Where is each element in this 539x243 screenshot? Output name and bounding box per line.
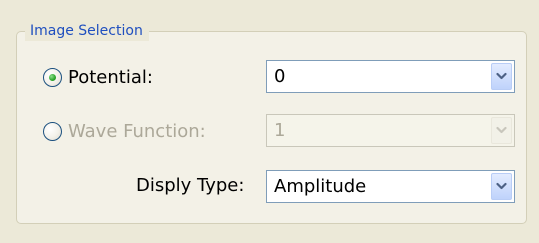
chevron-down-icon [496,126,507,134]
potential-select-value: 0 [274,66,286,87]
display-type-select-value: Amplitude [274,176,367,197]
wave-function-dropdown-button[interactable] [491,117,512,144]
potential-radio-label: Potential: [68,66,153,88]
display-type-select[interactable]: Amplitude [266,170,515,203]
radio-checked-icon [43,67,62,87]
potential-dropdown-button[interactable] [491,63,512,90]
chevron-down-icon [496,182,507,190]
group-title: Image Selection [25,21,149,41]
chevron-down-icon [496,72,507,80]
display-type-label: Disply Type: [136,175,245,196]
wave-function-radio-label: Wave Function: [68,120,206,142]
wave-function-select[interactable]: 1 [266,114,515,147]
wave-function-radio[interactable]: Wave Function: [43,119,206,143]
wave-function-select-value: 1 [274,120,286,141]
radio-unchecked-icon [43,121,62,141]
potential-radio[interactable]: Potential: [43,65,153,89]
radio-dot [49,73,56,81]
display-type-dropdown-button[interactable] [491,173,512,200]
potential-select[interactable]: 0 [266,60,515,93]
